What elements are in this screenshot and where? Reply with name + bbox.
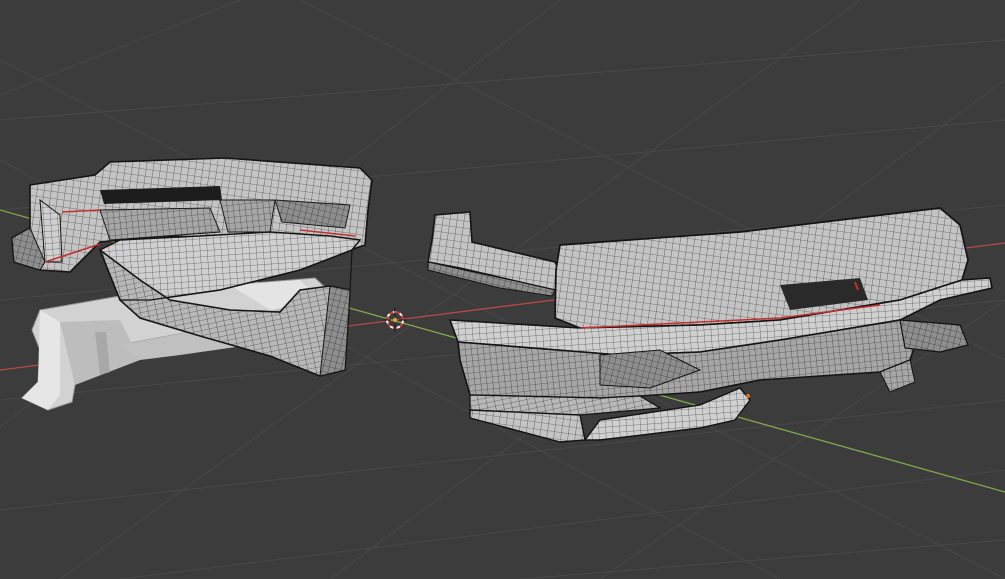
rear-bumper-right[interactable] — [448, 207, 993, 443]
3d-cursor-icon[interactable] — [383, 308, 407, 332]
side-panel-right[interactable] — [427, 211, 561, 297]
viewport-scene[interactable] — [0, 0, 1005, 579]
3d-viewport[interactable] — [0, 0, 1005, 579]
